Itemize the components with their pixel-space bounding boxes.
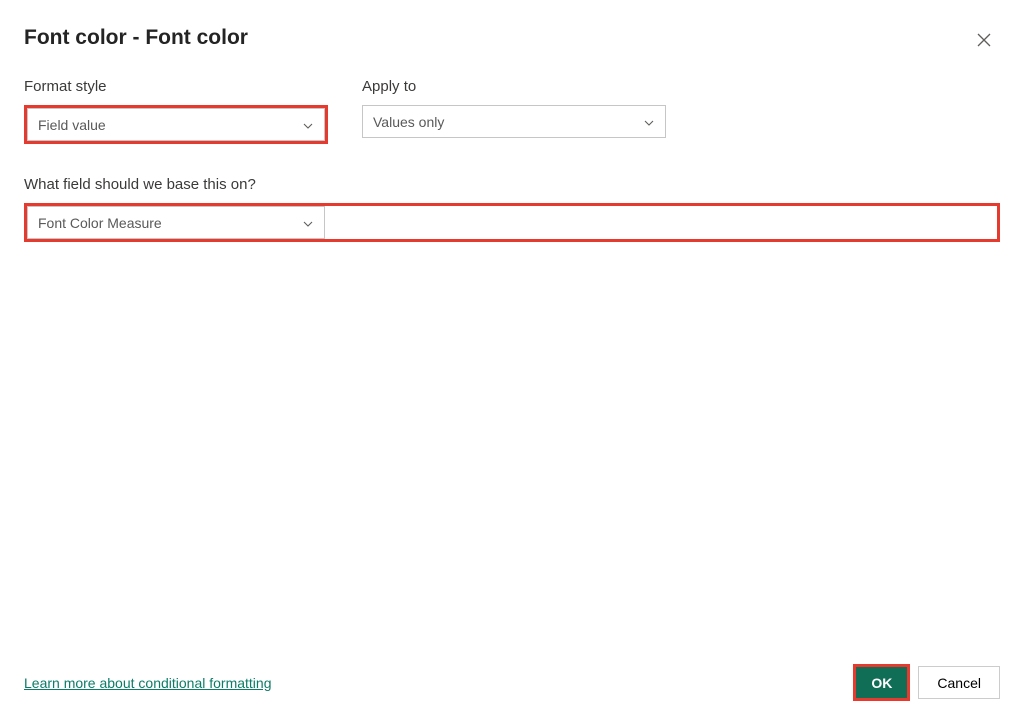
apply-to-label: Apply to — [362, 78, 666, 95]
dialog-header: Font color - Font color — [24, 26, 1000, 54]
format-style-highlight: Field value — [24, 105, 328, 144]
base-field-value: Font Color Measure — [38, 215, 162, 231]
chevron-down-icon — [643, 116, 655, 128]
base-field-label: What field should we base this on? — [24, 176, 1000, 193]
apply-to-value: Values only — [373, 114, 444, 130]
format-style-value: Field value — [38, 117, 106, 133]
base-field-group: What field should we base this on? Font … — [24, 176, 1000, 242]
dialog-title: Font color - Font color — [24, 26, 248, 50]
chevron-down-icon — [302, 217, 314, 229]
cancel-button[interactable]: Cancel — [918, 666, 1000, 699]
ok-highlight: OK — [853, 664, 910, 701]
apply-to-dropdown[interactable]: Values only — [362, 105, 666, 138]
dialog-content: Format style Field value Apply to Values… — [24, 54, 1000, 652]
base-field-dropdown[interactable]: Font Color Measure — [27, 206, 325, 239]
top-row: Format style Field value Apply to Values… — [24, 78, 1000, 144]
ok-button[interactable]: OK — [856, 667, 907, 698]
format-style-label: Format style — [24, 78, 328, 95]
close-icon — [977, 33, 991, 52]
font-color-dialog: Font color - Font color Format style Fie… — [0, 0, 1024, 721]
base-field-highlight: Font Color Measure — [24, 203, 1000, 242]
chevron-down-icon — [302, 119, 314, 131]
apply-to-group: Apply to Values only — [362, 78, 666, 144]
close-button[interactable] — [972, 30, 996, 54]
footer-buttons: OK Cancel — [853, 664, 1000, 701]
dialog-footer: Learn more about conditional formatting … — [24, 652, 1000, 701]
format-style-dropdown[interactable]: Field value — [27, 108, 325, 141]
format-style-group: Format style Field value — [24, 78, 328, 144]
learn-more-link[interactable]: Learn more about conditional formatting — [24, 675, 271, 691]
